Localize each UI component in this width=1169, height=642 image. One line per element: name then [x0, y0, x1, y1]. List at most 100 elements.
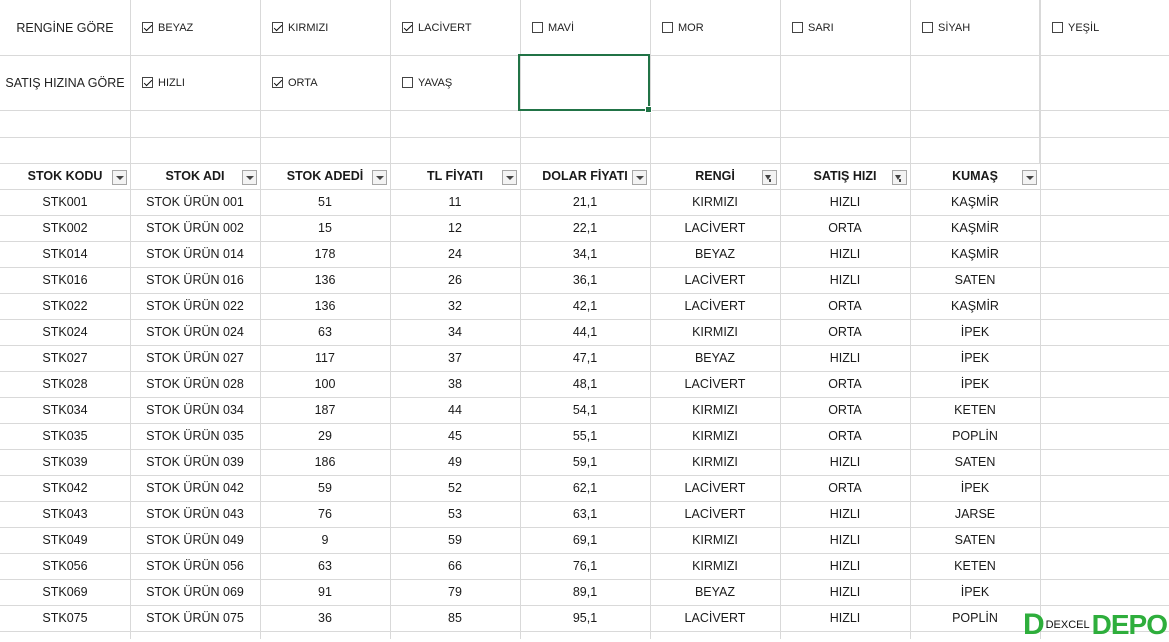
table-cell[interactable]: HIZLI — [780, 579, 910, 605]
table-cell[interactable]: KIRMIZI — [650, 449, 780, 475]
table-cell[interactable]: 69,1 — [520, 527, 650, 553]
table-cell[interactable]: 49 — [390, 449, 520, 475]
checkbox-unchecked-icon[interactable] — [402, 77, 413, 88]
table-cell[interactable]: 54,1 — [520, 397, 650, 423]
table-cell[interactable]: STOK ÜRÜN 016 — [130, 267, 260, 293]
table-cell[interactable]: STK056 — [0, 553, 130, 579]
table-cell[interactable]: 52 — [390, 475, 520, 501]
table-cell[interactable]: STOK ÜRÜN 039 — [130, 449, 260, 475]
table-cell[interactable]: 15 — [260, 215, 390, 241]
table-cell[interactable]: 38 — [390, 371, 520, 397]
table-cell[interactable]: 9 — [260, 527, 390, 553]
table-cell[interactable]: STK043 — [0, 501, 130, 527]
table-cell[interactable]: 44 — [390, 397, 520, 423]
table-cell[interactable]: 59,1 — [520, 449, 650, 475]
table-cell[interactable]: 44,1 — [520, 319, 650, 345]
table-cell[interactable]: ORTA — [780, 423, 910, 449]
table-cell[interactable]: 62,1 — [520, 475, 650, 501]
table-cell[interactable]: 22,1 — [520, 215, 650, 241]
filter-dropdown-icon[interactable] — [112, 170, 127, 185]
checkbox-unchecked-icon[interactable] — [662, 22, 673, 33]
table-cell[interactable]: HIZLI — [780, 449, 910, 475]
table-cell[interactable]: LACİVERT — [650, 501, 780, 527]
table-cell[interactable]: LACİVERT — [650, 371, 780, 397]
checkbox-color-6[interactable]: SİYAH — [910, 0, 1052, 55]
table-cell[interactable]: STOK ÜRÜN 043 — [130, 501, 260, 527]
table-cell[interactable]: 100 — [260, 371, 390, 397]
table-cell[interactable]: LACİVERT — [650, 475, 780, 501]
table-cell[interactable]: LACİVERT — [650, 267, 780, 293]
table-cell[interactable]: 178 — [260, 241, 390, 267]
checkbox-color-4[interactable]: MOR — [650, 0, 792, 55]
table-cell[interactable]: STK022 — [0, 293, 130, 319]
table-cell[interactable]: ORTA — [780, 397, 910, 423]
table-cell[interactable]: LACİVERT — [650, 215, 780, 241]
table-cell[interactable]: 34 — [390, 319, 520, 345]
table-cell[interactable]: ORTA — [780, 293, 910, 319]
table-cell[interactable]: STOK ÜRÜN 035 — [130, 423, 260, 449]
table-cell[interactable]: HIZLI — [780, 605, 910, 631]
checkbox-unchecked-icon[interactable] — [922, 22, 933, 33]
table-cell[interactable]: 24 — [390, 241, 520, 267]
table-cell[interactable]: 42,1 — [520, 293, 650, 319]
table-cell[interactable]: 12 — [390, 215, 520, 241]
filter-dropdown-icon[interactable] — [372, 170, 387, 185]
table-cell[interactable]: HIZLI — [780, 345, 910, 371]
table-cell[interactable]: 136 — [260, 267, 390, 293]
fill-handle[interactable] — [645, 106, 652, 113]
table-cell[interactable]: 29 — [260, 423, 390, 449]
table-cell[interactable]: 63 — [260, 553, 390, 579]
table-cell[interactable]: STOK ÜRÜN 049 — [130, 527, 260, 553]
checkbox-color-7[interactable]: YEŞİL — [1040, 0, 1169, 55]
table-cell[interactable]: 45 — [390, 423, 520, 449]
table-cell[interactable]: STK001 — [0, 189, 130, 215]
table-cell[interactable]: STK028 — [0, 371, 130, 397]
table-cell[interactable]: SATEN — [910, 449, 1040, 475]
table-cell[interactable]: İPEK — [910, 579, 1040, 605]
table-cell[interactable]: 47,1 — [520, 345, 650, 371]
table-cell[interactable]: 95,1 — [520, 605, 650, 631]
filter-dropdown-icon[interactable] — [242, 170, 257, 185]
table-cell[interactable]: KAŞMİR — [910, 189, 1040, 215]
checkbox-unchecked-icon[interactable] — [532, 22, 543, 33]
table-cell[interactable]: 21,1 — [520, 189, 650, 215]
table-cell[interactable]: ORTA — [780, 475, 910, 501]
checkbox-color-0[interactable]: BEYAZ — [130, 0, 272, 55]
checkbox-color-2[interactable]: LACİVERT — [390, 0, 532, 55]
table-cell[interactable]: KIRMIZI — [650, 397, 780, 423]
filter-active-icon[interactable] — [892, 170, 907, 185]
table-cell[interactable]: STK002 — [0, 215, 130, 241]
table-cell[interactable]: STOK ÜRÜN 042 — [130, 475, 260, 501]
table-cell[interactable]: STK075 — [0, 605, 130, 631]
table-cell[interactable]: STOK ÜRÜN 027 — [130, 345, 260, 371]
table-cell[interactable]: 32 — [390, 293, 520, 319]
table-cell[interactable]: LACİVERT — [650, 293, 780, 319]
table-cell[interactable]: HIZLI — [780, 501, 910, 527]
table-cell[interactable]: İPEK — [910, 345, 1040, 371]
table-cell[interactable]: 187 — [260, 397, 390, 423]
checkbox-color-1[interactable]: KIRMIZI — [260, 0, 402, 55]
table-cell[interactable]: STOK ÜRÜN 024 — [130, 319, 260, 345]
table-cell[interactable]: KIRMIZI — [650, 553, 780, 579]
table-cell[interactable]: STK034 — [0, 397, 130, 423]
table-cell[interactable]: HIZLI — [780, 553, 910, 579]
table-cell[interactable]: KETEN — [910, 553, 1040, 579]
table-cell[interactable]: 59 — [390, 527, 520, 553]
table-cell[interactable]: HIZLI — [780, 267, 910, 293]
table-cell[interactable]: STK024 — [0, 319, 130, 345]
table-cell[interactable]: JARSE — [910, 501, 1040, 527]
table-cell[interactable]: SATEN — [910, 267, 1040, 293]
table-cell[interactable]: KETEN — [910, 397, 1040, 423]
table-cell[interactable]: 89,1 — [520, 579, 650, 605]
table-cell[interactable]: STOK ÜRÜN 069 — [130, 579, 260, 605]
table-cell[interactable]: 91 — [260, 579, 390, 605]
filter-active-icon[interactable] — [762, 170, 777, 185]
checkbox-speed-0[interactable]: HIZLI — [130, 55, 272, 110]
table-cell[interactable]: STK027 — [0, 345, 130, 371]
table-cell[interactable]: HIZLI — [780, 189, 910, 215]
table-cell[interactable]: 59 — [260, 475, 390, 501]
table-cell[interactable]: STK042 — [0, 475, 130, 501]
table-cell[interactable]: 48,1 — [520, 371, 650, 397]
table-cell[interactable]: KIRMIZI — [650, 319, 780, 345]
table-cell[interactable]: STK039 — [0, 449, 130, 475]
